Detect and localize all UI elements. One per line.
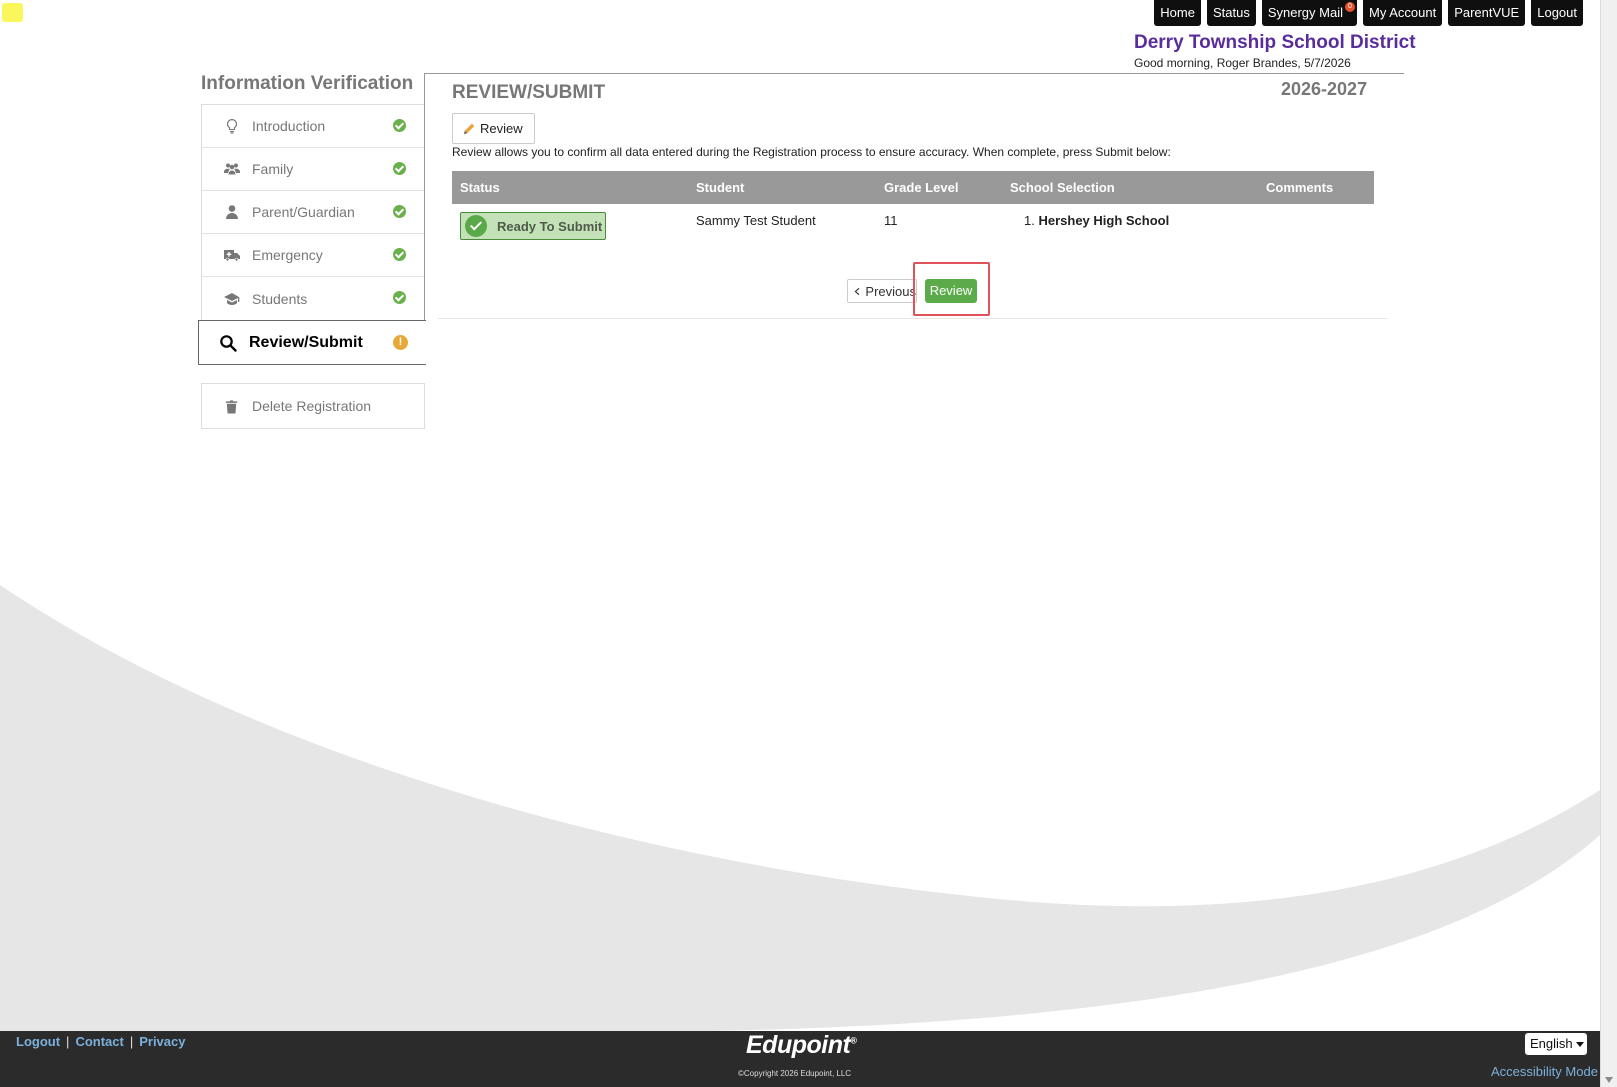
column-header-comments: Comments [1258, 171, 1374, 204]
sidebar-item-label: Students [252, 290, 308, 307]
trash-icon [225, 399, 238, 414]
review-instructions: Review allows you to confirm all data en… [452, 145, 1171, 159]
review-table: Status Student Grade Level School Select… [452, 171, 1374, 250]
sidebar-item-label: Review/Submit [249, 333, 363, 351]
sidebar-item-students[interactable]: Students [202, 277, 424, 320]
footer-separator: | [66, 1034, 70, 1049]
table-row: Ready To Submit Sammy Test Student 11 1.… [452, 204, 1374, 250]
status-cell: Ready To Submit [452, 204, 688, 250]
accessibility-mode-link[interactable]: Accessibility Mode [1491, 1064, 1598, 1079]
user-icon [226, 205, 238, 219]
sidebar-item-emergency[interactable]: Emergency [202, 234, 424, 277]
ready-to-submit-button[interactable]: Ready To Submit [460, 212, 606, 240]
copyright-text: ©Copyright 2026 Edupoint, LLC [738, 1069, 852, 1078]
district-name: Derry Township School District [1134, 32, 1416, 53]
footer-logout-link[interactable]: Logout [16, 1034, 60, 1049]
ambulance-icon [224, 250, 240, 262]
pencil-icon [463, 123, 475, 135]
comments-cell [1258, 204, 1374, 250]
caret-down-icon [1575, 1042, 1584, 1048]
edupoint-logo-text: Edupoint [746, 1031, 851, 1059]
top-navigation: Home Status Synergy Mail 0 My Account Par… [1154, 0, 1583, 26]
sidebar-item-review-submit[interactable]: Review/Submit ! [198, 320, 426, 365]
sidebar-item-family[interactable]: Family [202, 148, 424, 191]
sidebar-item-label: Introduction [252, 118, 326, 134]
nav-home-button[interactable]: Home [1154, 0, 1201, 26]
review-tab-label: Review [480, 121, 523, 136]
nav-parentvue-button[interactable]: ParentVUE [1448, 0, 1526, 26]
content-panel-divider [438, 318, 1388, 319]
review-next-button[interactable]: Review [925, 279, 977, 303]
sidebar-item-label: Family [252, 161, 294, 177]
search-icon [220, 334, 237, 352]
complete-check-icon [393, 119, 406, 132]
complete-check-icon [393, 162, 406, 175]
sidebar-title: Information Verification [201, 73, 414, 94]
column-header-status: Status [452, 171, 688, 204]
footer-contact-link[interactable]: Contact [75, 1034, 123, 1049]
registered-mark: ® [850, 1035, 857, 1046]
sidebar-item-parent-guardian[interactable]: Parent/Guardian [202, 191, 424, 234]
synergy-mail-label: Synergy Mail [1267, 5, 1343, 20]
column-header-school-selection: School Selection [1002, 171, 1258, 204]
lightbulb-icon [227, 119, 237, 134]
check-circle-icon [465, 215, 487, 237]
review-tab-button[interactable]: Review [452, 113, 535, 144]
complete-check-icon [393, 248, 406, 261]
sidebar-item-label: Parent/Guardian [252, 204, 355, 220]
nav-logout-button[interactable]: Logout [1531, 0, 1583, 26]
delete-registration-label: Delete Registration [252, 398, 372, 414]
student-cell: Sammy Test Student [696, 213, 816, 228]
page-scrollbar[interactable] [1600, 0, 1617, 1087]
sidebar-item-label: Emergency [252, 247, 323, 263]
status-label: Ready To Submit [497, 218, 603, 234]
graduation-cap-icon [224, 292, 240, 305]
column-header-student: Student [688, 171, 876, 204]
sidebar-item-introduction[interactable]: Introduction [202, 105, 424, 148]
greeting-text: Good morning, Roger Brandes, 5/7/2026 [1134, 56, 1351, 70]
page-title: REVIEW/SUBMIT [452, 82, 606, 103]
complete-check-icon [393, 291, 406, 304]
chevron-left-icon [854, 287, 860, 295]
content-panel-border [424, 73, 425, 320]
warning-icon: ! [393, 335, 408, 350]
nav-synergy-mail-button[interactable]: Synergy Mail 0 [1261, 0, 1357, 26]
grade-cell: 11 [884, 213, 898, 228]
nav-status-button[interactable]: Status [1206, 0, 1256, 26]
sticky-note-icon[interactable] [2, 3, 23, 22]
nav-my-account-button[interactable]: My Account [1362, 0, 1443, 26]
mail-count-badge: 0 [1344, 2, 1355, 12]
scroll-down-icon[interactable] [1605, 1077, 1613, 1083]
previous-button[interactable]: Previous [847, 279, 917, 303]
column-header-grade-level: Grade Level [876, 171, 1002, 204]
users-icon [224, 163, 240, 175]
complete-check-icon [393, 205, 406, 218]
school-rank: 1. [1024, 213, 1035, 228]
edupoint-logo: Edupoint® [746, 1031, 857, 1060]
sidebar-steps: Introduction Family Parent/Guardian Emer… [201, 104, 425, 321]
table-header-row: Status Student Grade Level School Select… [452, 171, 1374, 204]
content-panel-border [424, 73, 1404, 74]
previous-label: Previous [865, 283, 916, 299]
delete-registration-button[interactable]: Delete Registration [201, 383, 425, 429]
footer-separator: | [129, 1034, 134, 1049]
language-select[interactable]: English [1525, 1033, 1587, 1055]
school-name: Hershey High School [1038, 213, 1170, 228]
school-year: 2026-2027 [1281, 79, 1368, 99]
footer-privacy-link[interactable]: Privacy [139, 1034, 185, 1049]
language-value: English [1530, 1036, 1573, 1051]
footer-links: Logout | Contact | Privacy [16, 1034, 185, 1049]
school-selection-cell: 1. Hershey High School [1002, 204, 1258, 250]
